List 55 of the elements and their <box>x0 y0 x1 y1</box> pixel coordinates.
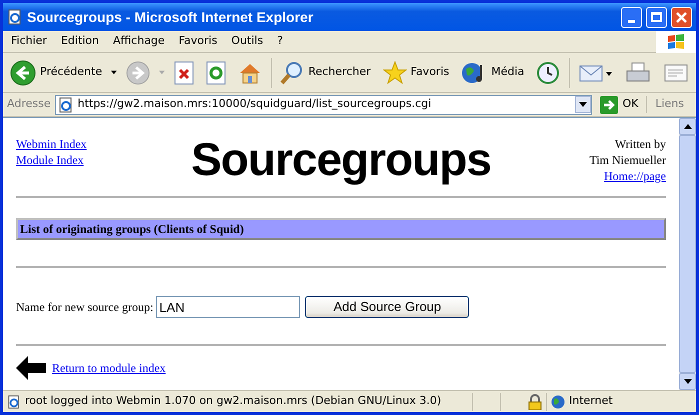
clock-icon <box>536 60 560 84</box>
author-text: Tim Niemueller <box>589 152 666 168</box>
caret-icon <box>684 379 692 384</box>
field-label: Name for new source group: <box>16 299 154 316</box>
nav-link[interactable]: Webmin Index <box>16 136 176 152</box>
homepage-link[interactable]: Home://page <box>604 168 666 184</box>
address-field[interactable]: https://gw2.maison.mrs:10000/squidguard/list_sourcegroups.cgi <box>54 94 592 114</box>
caret-icon <box>684 124 692 129</box>
menu-item[interactable]: Affichage <box>107 33 171 50</box>
menu-item[interactable]: Outils <box>225 33 270 50</box>
menu-item[interactable]: Fichier <box>5 33 53 50</box>
stop-page-icon <box>174 60 194 84</box>
menu-item[interactable]: ? <box>271 33 289 50</box>
menu-item[interactable]: Favoris <box>172 33 224 50</box>
add-source-group-button[interactable]: Add Source Group <box>305 296 470 318</box>
page-icon <box>58 96 74 112</box>
links-label[interactable]: Liens <box>646 96 692 113</box>
scroll-down-button[interactable] <box>679 373 696 390</box>
media-button[interactable]: Média <box>458 56 528 90</box>
dropdown-button[interactable] <box>575 96 592 113</box>
close-icon <box>676 12 687 22</box>
search-button[interactable]: Rechercher <box>277 56 374 90</box>
minimize-icon <box>628 20 635 22</box>
page-title: Sourcegroups <box>190 134 492 184</box>
maximize-icon <box>651 12 662 22</box>
nav-link[interactable]: Module Index <box>16 152 176 168</box>
window-title: Sourcegroups - Microsoft Internet Explorer <box>27 8 314 27</box>
favorites-button[interactable]: Favoris <box>380 56 452 90</box>
refresh-page-icon <box>206 60 226 84</box>
close-button[interactable] <box>671 6 692 28</box>
page-icon <box>7 9 23 25</box>
status-text: root logged into Webmin 1.070 on gw2.maison.mrs (Debian GNU/Linux 3.0) <box>25 393 442 410</box>
go-button[interactable]: OK <box>596 96 642 114</box>
star-icon <box>382 60 407 84</box>
page-icon <box>7 394 21 408</box>
padlock-icon <box>528 394 542 410</box>
zone-text: Internet <box>569 393 613 410</box>
address-label: Adresse <box>7 96 51 112</box>
globe-icon <box>551 394 565 408</box>
dropdown-caret-icon <box>158 70 165 75</box>
back-button[interactable]: Précédente <box>7 56 106 90</box>
scroll-up-button[interactable] <box>679 118 696 135</box>
author-text: Written by <box>614 136 666 152</box>
return-link[interactable]: Return to module index <box>52 359 166 377</box>
printer-icon <box>625 60 651 84</box>
maximize-button[interactable] <box>646 6 667 28</box>
section-header: List of originating groups (Clients of Squid) <box>16 218 666 240</box>
dropdown-caret-icon <box>111 70 117 75</box>
menu-item[interactable]: Edition <box>54 33 106 50</box>
search-icon <box>280 60 304 84</box>
left-arrow-icon <box>16 356 46 380</box>
windows-flag-icon <box>667 34 685 50</box>
caret-icon <box>579 102 588 107</box>
minimize-button[interactable] <box>621 6 642 28</box>
group-name-field[interactable]: LAN <box>156 296 300 318</box>
